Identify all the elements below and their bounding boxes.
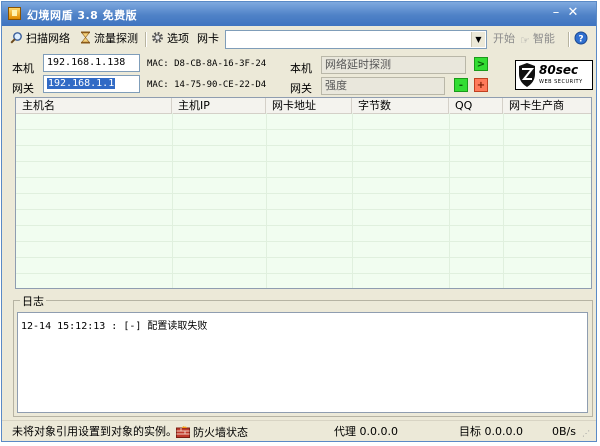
traffic-probe-label: 流量探测: [94, 32, 138, 45]
resize-grip-icon[interactable]: ⋰: [582, 427, 590, 441]
table-gridline: [449, 113, 450, 288]
logo-text: 80sec: [539, 63, 579, 77]
gateway-mac: MAC: 14-75-90-CE-22-D4: [147, 80, 267, 90]
probe-gateway-label: 网关: [290, 82, 312, 95]
firewall-status[interactable]: 防火墙状态: [176, 425, 248, 439]
help-icon: ?: [574, 31, 588, 45]
table-gridline: [16, 193, 591, 194]
column-header-mac[interactable]: 网卡地址: [266, 98, 352, 113]
toolbar-separator: [145, 32, 147, 47]
table-gridline: [16, 129, 591, 130]
table-gridline: [172, 113, 173, 288]
scan-network-label: 扫描网络: [26, 32, 70, 45]
title-bar[interactable]: 幻境网盾 3.8 免费版 – ✕: [2, 2, 596, 26]
probe-local-label: 本机: [290, 62, 312, 75]
probe-go-button[interactable]: >: [474, 57, 488, 71]
status-message: 未将对象引用设置到对象的实例。: [12, 425, 177, 438]
local-ip-field[interactable]: 192.168.1.138: [43, 54, 140, 72]
latency-probe-field[interactable]: 网络延时探测: [321, 56, 466, 74]
traffic-probe-button[interactable]: 流量探测: [80, 31, 138, 47]
svg-text:?: ?: [578, 35, 583, 45]
help-button[interactable]: ?: [574, 31, 588, 47]
nic-select-value: [226, 31, 229, 44]
log-title: 日志: [20, 293, 46, 309]
table-gridline: [16, 273, 591, 274]
gateway-ip-value: 192.168.1.1: [47, 78, 116, 89]
table-gridline: [16, 177, 591, 178]
target-status: 目标 0.0.0.0: [459, 425, 523, 438]
firewall-icon: [176, 426, 190, 438]
options-button[interactable]: 选项: [151, 31, 189, 47]
chevron-down-icon[interactable]: ▼: [471, 32, 485, 47]
table-gridline: [16, 145, 591, 146]
hand-icon: ☞: [520, 34, 530, 47]
local-mac: MAC: D8-CB-8A-16-3F-24: [147, 59, 267, 69]
table-gridline: [16, 209, 591, 210]
column-header-qq[interactable]: QQ: [449, 98, 503, 113]
table-gridline: [16, 257, 591, 258]
logo-subtext: WEB SECURITY: [539, 79, 583, 85]
smart-label: 智能: [532, 32, 555, 45]
table-gridline: [16, 241, 591, 242]
main-window: 幻境网盾 3.8 免费版 – ✕ 扫描网络 流量探测 选项 网卡 开始 ☞ 智能…: [1, 1, 597, 442]
table-gridline: [266, 113, 267, 288]
log-textarea[interactable]: 12-14 15:12:13 : [-] 配置读取失败: [17, 312, 588, 413]
app-icon: [8, 7, 21, 20]
table-gridline: [16, 225, 591, 226]
minimize-icon[interactable]: –: [548, 5, 564, 21]
column-header-hostname[interactable]: 主机名: [16, 98, 172, 113]
strength-plus-button[interactable]: +: [474, 78, 488, 92]
hourglass-icon: [81, 31, 90, 44]
proxy-status: 代理 0.0.0.0: [334, 425, 398, 438]
toolbar-separator: [568, 32, 570, 47]
table-gridline: [503, 113, 504, 288]
options-label: 选项: [167, 32, 189, 45]
gateway-label: 网关: [12, 82, 34, 95]
brand-logo: 80sec WEB SECURITY: [515, 60, 593, 90]
scan-network-button[interactable]: 扫描网络: [10, 31, 70, 47]
local-label: 本机: [12, 62, 34, 75]
smart-button[interactable]: ☞ 智能: [520, 31, 555, 47]
column-header-bytes[interactable]: 字节数: [352, 98, 449, 113]
firewall-label: 防火墙状态: [193, 426, 248, 439]
column-header-host-ip[interactable]: 主机IP: [172, 98, 266, 113]
column-header-vendor[interactable]: 网卡生产商: [503, 98, 591, 113]
table-header: 主机名 主机IP 网卡地址 字节数 QQ 网卡生产商: [16, 98, 591, 114]
gear-icon: [152, 32, 163, 43]
nic-label: 网卡: [197, 32, 219, 45]
window-title: 幻境网盾 3.8 免费版: [27, 9, 138, 22]
log-line: 12-14 15:12:13 : [-] 配置读取失败: [21, 321, 208, 332]
hosts-table[interactable]: 主机名 主机IP 网卡地址 字节数 QQ 网卡生产商: [15, 97, 592, 289]
start-button[interactable]: 开始: [493, 31, 515, 47]
nic-select[interactable]: ▼: [225, 30, 487, 49]
strength-minus-button[interactable]: -: [454, 78, 468, 92]
table-gridline: [16, 161, 591, 162]
magnifier-icon: [10, 32, 22, 44]
speed-status: 0B/s: [552, 425, 576, 438]
table-gridline: [352, 113, 353, 288]
gateway-ip-field[interactable]: 192.168.1.1: [43, 75, 140, 93]
status-bar: 未将对象引用设置到对象的实例。 防火墙状态 代理 0.0.0.0 目标 0.0.…: [2, 420, 596, 441]
log-group: 日志 12-14 15:12:13 : [-] 配置读取失败: [13, 293, 593, 417]
close-icon[interactable]: ✕: [565, 5, 581, 21]
start-label: 开始: [493, 32, 515, 45]
strength-field[interactable]: 强度: [321, 77, 445, 95]
